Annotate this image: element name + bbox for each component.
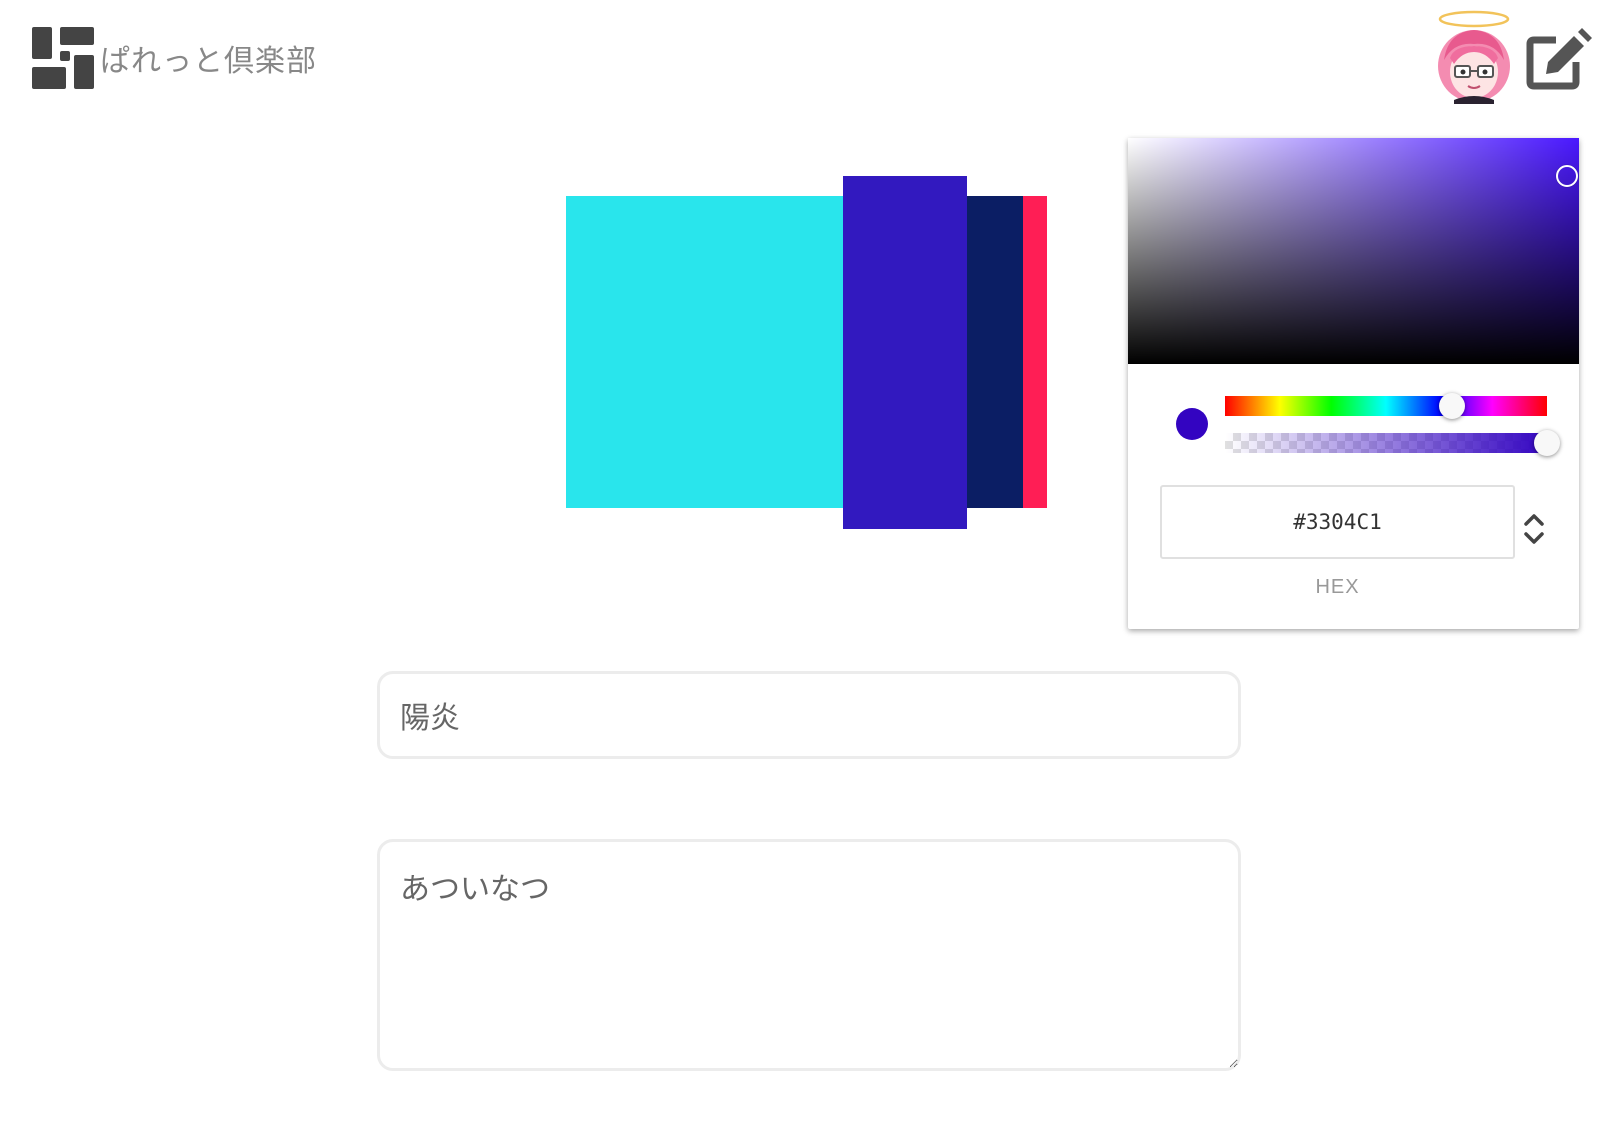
hex-value-input[interactable]	[1160, 485, 1515, 559]
chevron-up-down-icon[interactable]	[1521, 508, 1547, 550]
site-logo[interactable]: ぱれっと倶楽部	[32, 24, 332, 92]
palette-swatch-3[interactable]	[967, 196, 1023, 508]
palette-swatch-4[interactable]	[1023, 196, 1047, 508]
color-format-label: HEX	[1315, 576, 1360, 598]
saturation-value-area[interactable]	[1128, 138, 1579, 364]
current-color-preview	[1176, 408, 1208, 440]
alpha-slider[interactable]	[1225, 430, 1560, 456]
hue-slider-thumb[interactable]	[1439, 393, 1466, 419]
alpha-slider-thumb[interactable]	[1534, 430, 1560, 456]
site-title: ぱれっと倶楽部	[100, 44, 317, 79]
color-picker-popup: HEX	[1128, 138, 1579, 629]
palette-grid-logo-icon	[32, 25, 96, 91]
palette-swatch-1[interactable]	[566, 196, 843, 508]
palette-description-textarea[interactable]: あついなつ	[377, 839, 1241, 1071]
angel-girl-avatar-icon[interactable]	[1434, 8, 1514, 104]
hue-slider[interactable]	[1225, 393, 1547, 419]
edit-pencil-icon[interactable]	[1526, 28, 1592, 90]
palette-name-input[interactable]	[377, 671, 1241, 759]
saturation-pointer[interactable]	[1556, 165, 1578, 187]
palette-swatch-2[interactable]	[843, 176, 967, 529]
